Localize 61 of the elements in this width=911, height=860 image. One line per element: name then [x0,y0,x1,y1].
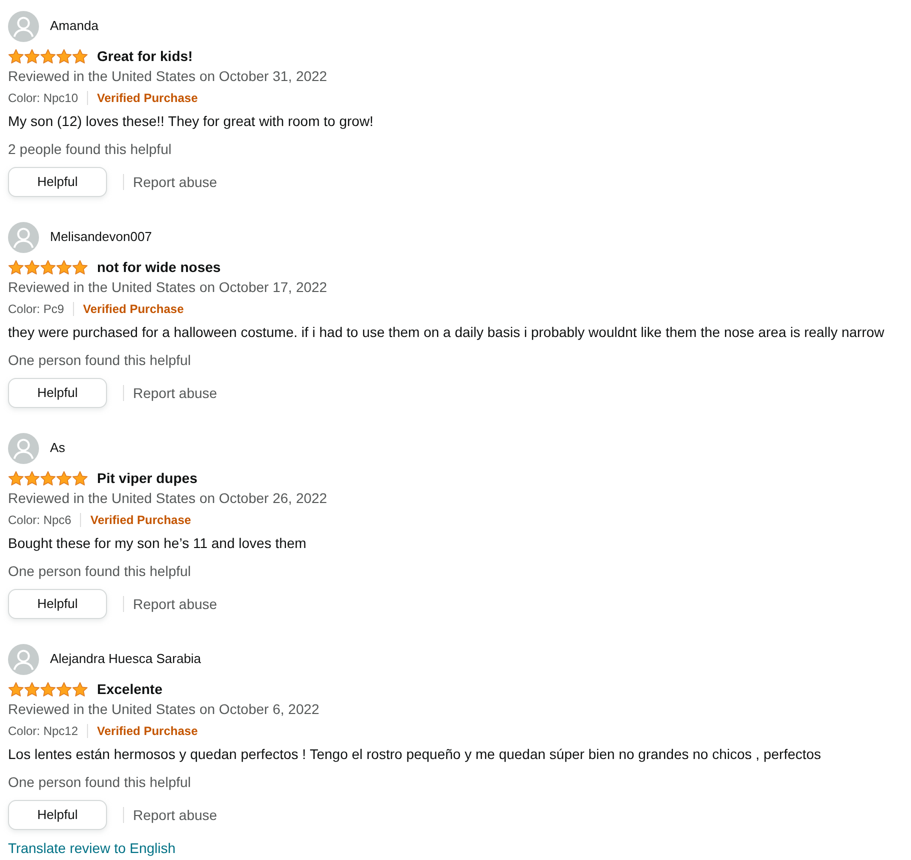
review-date: Reviewed in the United States on October 31, 2022 [8,67,328,86]
helpful-button[interactable]: Helpful [8,378,107,408]
review-text: they were purchased for a halloween costume. if i had to use them on a daily basis i probably wouldnt like them the nose area is really narrow [8,323,884,342]
review-date: Reviewed in the United States on October 26, 2022 [8,489,328,508]
star-icon [56,48,72,64]
review-title[interactable]: Pit viper dupes [97,468,198,488]
helpful-count: One person found this helpful [8,562,191,581]
star-icon [56,682,72,696]
star-icon [8,48,24,64]
helpful-button[interactable]: Helpful [8,167,107,197]
star-icon [56,470,72,486]
helpful-count: One person found this helpful [8,773,191,792]
star-icon [40,682,56,696]
helpful-button[interactable]: Helpful [8,800,107,830]
review-text: Los lentes están hermosos y quedan perfectos ! Tengo el rostro pequeño y me quedan súper bien no grandes no chicos , perfectos [8,745,822,764]
reviewer-name: Melisandevon007 [50,228,152,246]
avatar-icon [8,222,39,252]
star-icon [40,260,56,274]
star-icon [8,682,24,696]
star-icon [72,260,88,274]
report-abuse-link[interactable]: Report abuse [133,594,218,614]
translate-link[interactable]: Translate review to English [8,838,176,858]
verified-purchase-label: Verified Purchase [90,512,192,529]
star-icon [24,260,40,274]
star-icon [72,682,88,696]
review-title[interactable]: Great for kids! [97,46,193,66]
report-abuse-link[interactable]: Report abuse [133,805,218,825]
review-text: My son (12) loves these!! They for great with room to grow! [8,112,374,131]
star-icon [24,48,40,64]
star-icon [24,470,40,486]
verified-purchase-label: Verified Purchase [97,723,198,740]
avatar-icon [8,644,39,674]
helpful-button[interactable]: Helpful [8,589,107,619]
star-icon [8,260,24,274]
review-title[interactable]: Excelente [97,679,162,699]
reviewer-name: Alejandra Huesca Sarabia [50,650,202,668]
verified-purchase-label: Verified Purchase [83,301,184,318]
review-text: Bought these for my son he’s 11 and loves them [8,534,306,553]
review-date: Reviewed in the United States on October 17, 2022 [8,278,328,297]
helpful-count: One person found this helpful [8,351,191,370]
product-variant[interactable]: Color: Npc12 [8,721,78,741]
star-icon [56,260,72,274]
star-icon [40,48,56,64]
reviewer-name: As [50,439,66,457]
helpful-count: 2 people found this helpful [8,140,172,159]
star-icon [24,682,40,696]
reviewer-name: Amanda [50,17,98,35]
review-title[interactable]: not for wide noses [97,257,221,277]
star-icon [72,470,88,486]
product-variant[interactable]: Color: Npc6 [8,510,72,530]
star-icon [40,470,56,486]
report-abuse-link[interactable]: Report abuse [133,172,218,192]
product-variant[interactable]: Color: Pc9 [8,299,64,319]
avatar-icon [8,10,39,42]
review-date: Reviewed in the United States on October 6, 2022 [8,700,320,719]
avatar-icon [8,432,39,464]
report-abuse-link[interactable]: Report abuse [133,383,218,403]
star-icon [72,48,88,64]
product-variant[interactable]: Color: Npc10 [8,88,78,108]
verified-purchase-label: Verified Purchase [97,90,198,107]
star-icon [8,470,24,486]
